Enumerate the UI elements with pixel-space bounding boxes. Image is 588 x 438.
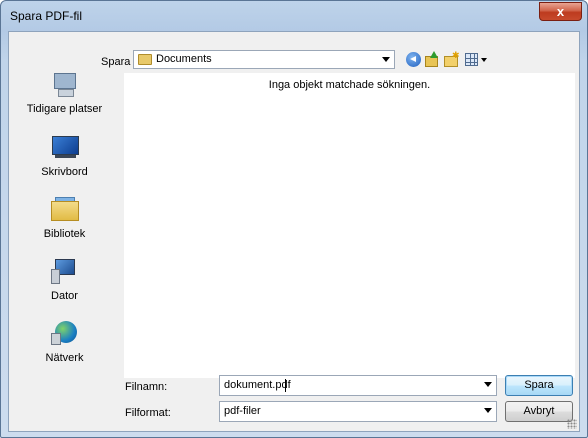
computer-icon bbox=[49, 257, 81, 287]
text-caret bbox=[285, 379, 286, 392]
place-label: Tidigare platser bbox=[26, 103, 103, 115]
place-recent[interactable]: Tidigare platser bbox=[9, 70, 120, 115]
dialog-client-area: Spara i: Documents ✱ Tidigare platser Sk… bbox=[8, 31, 580, 432]
place-label: Nätverk bbox=[45, 352, 84, 364]
resize-grip[interactable] bbox=[567, 419, 577, 429]
recent-places-icon bbox=[49, 70, 81, 100]
close-icon: x bbox=[556, 4, 565, 19]
chevron-down-icon bbox=[481, 58, 487, 62]
libraries-icon bbox=[49, 195, 81, 225]
sparkle-icon: ✱ bbox=[452, 50, 460, 60]
save-button[interactable]: Spara bbox=[505, 375, 573, 396]
place-network[interactable]: Nätverk bbox=[9, 319, 120, 364]
view-menu-icon bbox=[465, 53, 478, 66]
chevron-down-icon[interactable] bbox=[484, 382, 492, 387]
filename-value: dokument.pdf bbox=[224, 379, 291, 391]
place-computer[interactable]: Dator bbox=[9, 257, 120, 302]
filetype-value: pdf-filer bbox=[224, 405, 261, 417]
look-in-dropdown[interactable]: Documents bbox=[133, 50, 395, 69]
save-pdf-dialog: Spara PDF-fil x Spara i: Documents ✱ Tid… bbox=[0, 0, 588, 438]
place-label: Dator bbox=[51, 290, 78, 302]
place-desktop[interactable]: Skrivbord bbox=[9, 133, 120, 178]
filename-input[interactable]: dokument.pdf bbox=[219, 375, 497, 396]
desktop-icon bbox=[49, 133, 81, 163]
file-list[interactable]: Inga objekt matchade sökningen. bbox=[124, 73, 575, 378]
up-arrow-icon bbox=[430, 51, 438, 58]
filename-label: Filnamn: bbox=[125, 381, 168, 393]
chevron-down-icon bbox=[484, 408, 492, 413]
close-button[interactable]: x bbox=[539, 2, 582, 21]
title-bar[interactable]: Spara PDF-fil x bbox=[1, 1, 587, 31]
filetype-dropdown[interactable]: pdf-filer bbox=[219, 401, 497, 422]
place-libraries[interactable]: Bibliotek bbox=[9, 195, 120, 240]
up-folder-button[interactable] bbox=[424, 51, 442, 69]
look-in-value: Documents bbox=[156, 53, 212, 65]
view-menu-button[interactable] bbox=[464, 51, 490, 69]
place-label: Bibliotek bbox=[43, 228, 86, 240]
place-label: Skrivbord bbox=[41, 166, 88, 178]
folder-icon bbox=[138, 54, 152, 65]
filetype-label: Filformat: bbox=[125, 407, 171, 419]
back-arrow-icon bbox=[406, 52, 421, 67]
cancel-button[interactable]: Avbryt bbox=[505, 401, 573, 422]
places-bar: Tidigare platser Skrivbord Bibliotek Dat… bbox=[9, 70, 120, 379]
new-folder-button[interactable]: ✱ bbox=[443, 51, 461, 69]
window-title: Spara PDF-fil bbox=[10, 9, 83, 23]
network-icon bbox=[49, 319, 81, 349]
chevron-down-icon bbox=[382, 57, 390, 62]
empty-message: Inga objekt matchade sökningen. bbox=[268, 79, 431, 91]
back-button[interactable] bbox=[405, 51, 423, 69]
